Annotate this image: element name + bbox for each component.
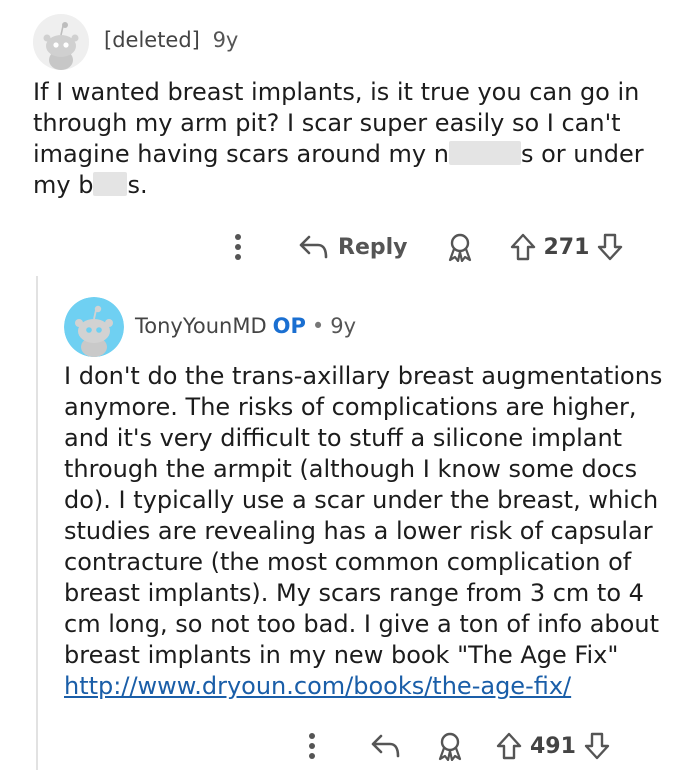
comment-text-part-3: s. — [127, 171, 148, 199]
op-badge: OP — [272, 314, 306, 338]
award-icon[interactable] — [436, 731, 464, 761]
more-options-icon[interactable] — [302, 732, 322, 760]
comment-body: If I wanted breast implants, is it true … — [33, 77, 673, 201]
comment-body: I don't do the trans-axillary breast aug… — [64, 361, 664, 702]
meta-separator: • — [311, 314, 325, 338]
comment-actions: 491 — [302, 728, 610, 764]
comment-meta: [deleted] 9y — [104, 28, 238, 52]
downvote-arrow-icon[interactable] — [597, 233, 623, 261]
comment-text: I don't do the trans-axillary breast aug… — [64, 362, 663, 669]
upvote-arrow-icon[interactable] — [510, 233, 536, 261]
reply-button[interactable]: Reply — [298, 234, 408, 260]
vote-count: 271 — [543, 234, 590, 260]
upvote-arrow-icon[interactable] — [496, 732, 522, 760]
comment-age: 9y — [330, 314, 357, 338]
vote-count: 491 — [530, 733, 576, 759]
book-link[interactable]: http://www.dryoun.com/books/the-age-fix/ — [64, 672, 571, 700]
author-name[interactable]: TonyYounMD — [135, 314, 267, 338]
comment-age: 9y — [212, 28, 239, 52]
downvote-arrow-icon[interactable] — [584, 732, 610, 760]
blurred-word — [93, 172, 128, 196]
reply-label: Reply — [338, 234, 408, 260]
comment-actions: Reply 271 — [228, 229, 623, 265]
thread-line[interactable] — [36, 276, 38, 770]
snoo-avatar-icon[interactable] — [33, 14, 89, 70]
more-options-icon[interactable] — [228, 233, 248, 261]
blurred-word — [448, 141, 521, 165]
reply-arrow-icon[interactable] — [370, 733, 400, 759]
snoo-avatar-icon[interactable] — [64, 297, 124, 357]
author-name[interactable]: [deleted] — [104, 28, 200, 52]
comment-meta: TonyYounMD OP • 9y — [135, 314, 356, 338]
reply-arrow-icon — [298, 234, 328, 260]
award-icon[interactable] — [446, 232, 474, 262]
